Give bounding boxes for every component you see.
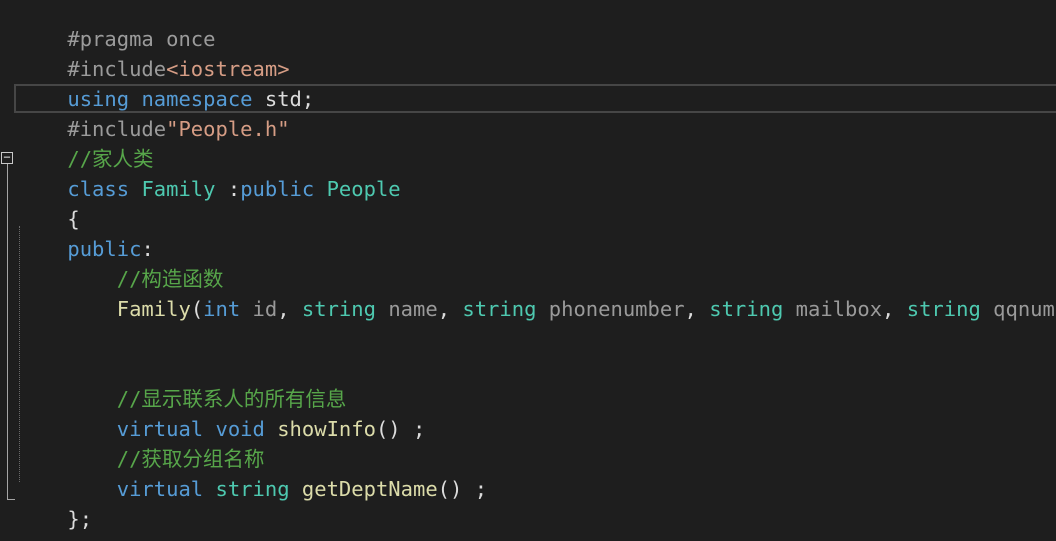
method-signature-tail: () ; (375, 417, 426, 441)
code-line-3[interactable]: using namespace std; (18, 54, 314, 111)
param-name: mailbox (795, 297, 883, 321)
code-line-11[interactable] (18, 294, 67, 324)
code-line-15[interactable]: //获取分组名称 (18, 414, 265, 471)
param-type: string (301, 297, 376, 321)
method-name: getDeptName (301, 477, 438, 501)
include-target: "People.h" (166, 117, 290, 141)
comma: , (684, 297, 710, 321)
code-line-6[interactable]: class Family :public People (18, 144, 400, 201)
code-line-9[interactable]: //构造函数 (18, 234, 224, 291)
comma: , (277, 297, 302, 321)
constructor-name: Family (116, 297, 191, 321)
keyword-public: public (240, 177, 315, 201)
param-name: name (388, 297, 438, 321)
code-line-4[interactable]: #include"People.h" (18, 84, 289, 141)
code-line-10[interactable]: Family(int id, string name, string phone… (18, 264, 1056, 321)
param-type: int (203, 297, 241, 321)
param-type: string (906, 297, 981, 321)
code-line-7[interactable]: { (18, 174, 79, 231)
return-type: string (215, 477, 290, 501)
class-closing-brace: }; (67, 507, 93, 531)
param-name: qqnumber (993, 297, 1056, 321)
base-class-name: People (326, 177, 401, 201)
code-line-5[interactable]: //家人类 (18, 114, 153, 171)
code-line-1[interactable]: #pragma once (18, 0, 215, 51)
param-name: phonenumber (548, 297, 685, 321)
param-name: id (252, 297, 278, 321)
code-line-8[interactable]: public: (18, 204, 153, 261)
code-line-17[interactable]: }; (18, 474, 92, 531)
code-line-12[interactable] (18, 324, 67, 354)
code-line-16[interactable]: virtual string getDeptName() ; (18, 444, 487, 501)
collapse-minus-icon[interactable]: − (1, 151, 13, 164)
comma: , (437, 297, 463, 321)
param-type: string (462, 297, 537, 321)
comma: , (882, 297, 907, 321)
class-name: Family (141, 177, 216, 201)
code-line-2[interactable]: #include<iostream> (18, 24, 289, 81)
method-signature-tail: () ; (437, 477, 488, 501)
fold-guide-line (7, 164, 8, 500)
code-line-13[interactable]: //显示联系人的所有信息 (18, 354, 347, 411)
open-paren: ( (190, 297, 204, 321)
inheritance-colon: : (215, 177, 241, 201)
param-type: string (709, 297, 784, 321)
keyword-virtual: virtual (116, 477, 204, 501)
fold-end-marker (7, 499, 15, 500)
code-line-14[interactable]: virtual void showInfo() ; (18, 384, 426, 441)
method-name: showInfo (277, 417, 376, 441)
code-editor[interactable]: − #pragma once #include<iostream> using … (0, 0, 1056, 541)
